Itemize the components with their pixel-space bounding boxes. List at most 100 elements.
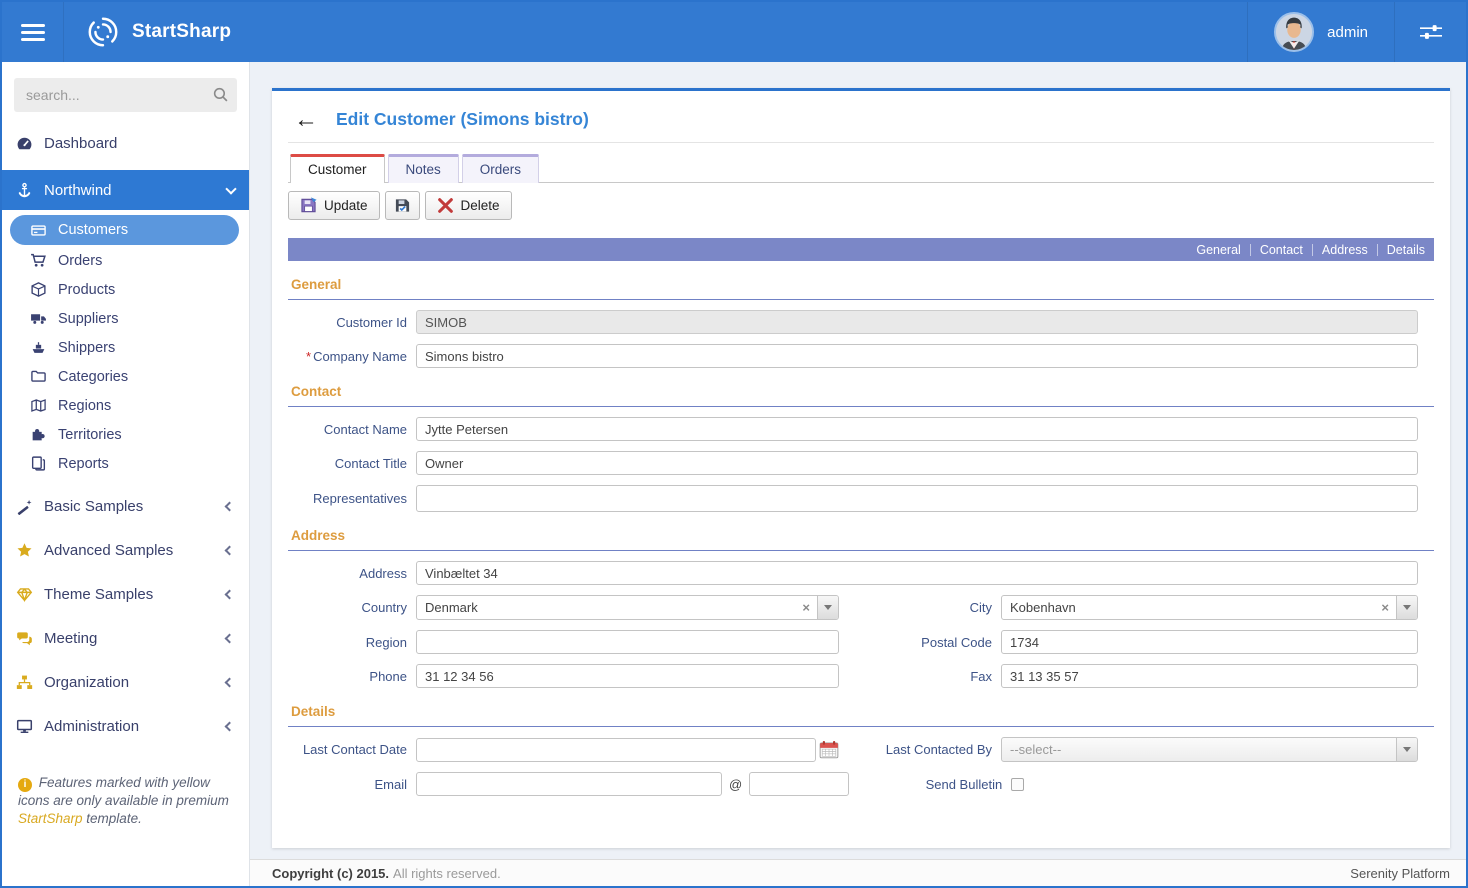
field-label-send-bulletin: Send Bulletin (871, 777, 1011, 792)
chevron-left-icon (225, 501, 235, 511)
customer-id-input[interactable] (416, 310, 1418, 334)
sidebar-item-dashboard[interactable]: Dashboard (2, 122, 249, 164)
brand-logo[interactable]: StartSharp (64, 2, 231, 62)
sidebar-item-orders[interactable]: Orders (2, 246, 249, 275)
premium-note-link[interactable]: StartSharp (18, 811, 83, 826)
city-select-value: Kobenhavn (1002, 596, 1374, 619)
top-navbar: StartSharp admin (2, 2, 1466, 62)
map-icon (30, 397, 47, 414)
sidebar-item-customers[interactable]: Customers (10, 215, 239, 245)
chevron-left-icon (225, 721, 235, 731)
apply-changes-button[interactable] (385, 191, 420, 220)
sidebar-item-shippers[interactable]: Shippers (2, 333, 249, 362)
search-icon[interactable] (212, 86, 229, 103)
chevron-down-icon (1403, 747, 1411, 752)
sidebar-item-regions[interactable]: Regions (2, 391, 249, 420)
sidebar-item-label: Products (58, 282, 115, 298)
truck-icon (30, 310, 47, 327)
sidebar-item-categories[interactable]: Categories (2, 362, 249, 391)
sidebar-item-territories[interactable]: Territories (2, 420, 249, 449)
field-label-customer-id: Customer Id (288, 315, 416, 330)
avatar (1274, 12, 1314, 52)
footer: Copyright (c) 2015.All rights reserved. … (250, 859, 1466, 886)
sidebar-item-label: Basic Samples (44, 498, 143, 515)
report-icon (30, 455, 47, 472)
calendar-icon[interactable] (819, 740, 839, 759)
dropdown-button[interactable] (1396, 738, 1417, 761)
sidebar-item-basic-samples[interactable]: Basic Samples (2, 484, 249, 528)
startsharp-logo-icon (86, 15, 120, 49)
delete-button-label: Delete (461, 198, 500, 213)
representatives-input[interactable] (416, 485, 1418, 512)
sidebar-item-reports[interactable]: Reports (2, 449, 249, 478)
address-input[interactable] (416, 561, 1418, 585)
user-menu[interactable]: admin (1247, 2, 1394, 62)
category-link-general[interactable]: General (1196, 243, 1240, 257)
last-contacted-by-select[interactable]: --select-- (1001, 737, 1418, 762)
tab-orders[interactable]: Orders (462, 154, 539, 183)
clear-icon[interactable]: × (1374, 596, 1396, 619)
category-link-contact[interactable]: Contact (1260, 243, 1303, 257)
tab-notes[interactable]: Notes (388, 154, 459, 183)
section-title-contact: Contact (291, 384, 341, 399)
chevron-left-icon (225, 589, 235, 599)
category-link-details[interactable]: Details (1387, 243, 1425, 257)
field-label-email: Email (288, 777, 416, 792)
phone-input[interactable] (416, 664, 839, 688)
sidebar-item-theme-samples[interactable]: Theme Samples (2, 572, 249, 616)
folder-icon (30, 368, 47, 385)
field-label-contact-title: Contact Title (288, 456, 416, 471)
fax-input[interactable] (1001, 664, 1418, 688)
section-title-general: General (291, 277, 341, 292)
category-link-address[interactable]: Address (1322, 243, 1368, 257)
tab-customer[interactable]: Customer (290, 154, 385, 183)
magic-wand-icon (16, 498, 33, 515)
chevron-left-icon (225, 633, 235, 643)
city-select[interactable]: Kobenhavn × (1001, 595, 1418, 620)
separator (1312, 244, 1313, 256)
dropdown-button[interactable] (817, 596, 838, 619)
box-icon (30, 281, 47, 298)
clear-icon[interactable]: × (795, 596, 817, 619)
field-label-postal-code: Postal Code (861, 635, 1001, 650)
field-label-fax: Fax (861, 669, 1001, 684)
sidebar-item-administration[interactable]: Administration (2, 704, 249, 748)
credit-card-icon (30, 222, 47, 239)
sidebar-item-products[interactable]: Products (2, 275, 249, 304)
email-user-input[interactable] (416, 772, 722, 796)
contact-name-input[interactable] (416, 417, 1418, 441)
contact-title-input[interactable] (416, 451, 1418, 475)
user-name: admin (1327, 24, 1368, 41)
sidebar-item-suppliers[interactable]: Suppliers (2, 304, 249, 333)
sidebar-item-label: Regions (58, 398, 111, 414)
puzzle-icon (30, 426, 47, 443)
region-input[interactable] (416, 630, 839, 654)
company-name-input[interactable] (416, 344, 1418, 368)
update-button[interactable]: Update (288, 191, 380, 220)
sidebar-item-northwind[interactable]: Northwind (2, 170, 249, 210)
back-button[interactable]: ← (294, 110, 318, 130)
send-bulletin-checkbox[interactable] (1011, 778, 1024, 791)
hamburger-menu-button[interactable] (2, 2, 64, 62)
sidebar-search-input[interactable] (14, 78, 237, 112)
sidebar-item-label: Suppliers (58, 311, 118, 327)
sidebar-item-meeting[interactable]: Meeting (2, 616, 249, 660)
sidebar-item-label: Administration (44, 718, 139, 735)
premium-note-text: Features marked with yellow icons are on… (18, 775, 229, 808)
email-domain-input[interactable] (749, 772, 849, 796)
cart-icon (30, 252, 47, 269)
last-contact-date-input[interactable] (416, 738, 816, 762)
country-select-value: Denmark (417, 596, 795, 619)
field-label-region: Region (288, 635, 416, 650)
dropdown-button[interactable] (1396, 596, 1417, 619)
settings-button[interactable] (1394, 2, 1466, 62)
delete-button[interactable]: Delete (425, 191, 512, 220)
update-button-label: Update (324, 198, 368, 213)
sidebar-item-organization[interactable]: Organization (2, 660, 249, 704)
star-icon (16, 542, 33, 559)
postal-code-input[interactable] (1001, 630, 1418, 654)
sidebar-item-advanced-samples[interactable]: Advanced Samples (2, 528, 249, 572)
delete-x-icon (437, 197, 454, 214)
edit-customer-panel: ← Edit Customer (Simons bistro) Customer… (272, 88, 1450, 848)
country-select[interactable]: Denmark × (416, 595, 839, 620)
